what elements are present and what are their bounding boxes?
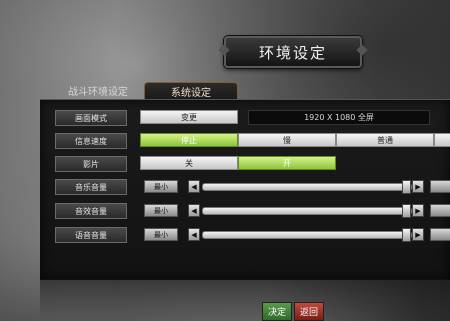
speed-option-stop[interactable]: 停止 [140,133,238,147]
music-right-arrow-icon[interactable]: ▶ [412,180,424,193]
speed-option-slow[interactable]: 慢 [238,133,336,147]
speed-option-more[interactable] [434,133,450,147]
speed-option-normal[interactable]: 普通 [336,133,434,147]
voice-left-arrow-icon[interactable]: ◀ [188,228,200,241]
resolution-value: 1920 X 1080 全屏 [248,110,430,125]
label-voice-volume: 语音音量 [55,227,127,243]
tab-battle-settings[interactable]: 战斗环境设定 [50,82,146,99]
sfx-volume-thumb[interactable] [402,204,411,218]
music-volume-slider[interactable] [202,183,412,191]
movie-option-on[interactable]: 开 [238,156,336,170]
label-display-mode: 画面模式 [55,110,127,126]
label-sfx-volume: 音效音量 [55,203,127,219]
sfx-volume-slider[interactable] [202,207,412,215]
sfx-min-button[interactable]: 最小 [144,204,178,217]
label-movie: 影片 [55,156,127,172]
music-left-arrow-icon[interactable]: ◀ [188,180,200,193]
voice-right-arrow-icon[interactable]: ▶ [412,228,424,241]
back-button[interactable]: 返回 [294,302,324,321]
music-min-button[interactable]: 最小 [144,180,178,193]
change-display-button[interactable]: 变更 [140,110,238,124]
movie-option-off[interactable]: 关 [140,156,238,170]
label-message-speed: 信息速度 [55,133,127,149]
voice-volume-thumb[interactable] [402,228,411,242]
voice-min-button[interactable]: 最小 [144,228,178,241]
window-title: 环境设定 [224,36,362,68]
label-music-volume: 音乐音量 [55,179,127,195]
voice-max-button[interactable] [430,228,450,241]
sfx-right-arrow-icon[interactable]: ▶ [412,204,424,217]
tab-system-settings[interactable]: 系统设定 [144,82,238,100]
confirm-button[interactable]: 决定 [262,302,292,321]
music-max-button[interactable] [430,180,450,193]
music-volume-thumb[interactable] [402,180,411,194]
voice-volume-slider[interactable] [202,231,412,239]
sfx-left-arrow-icon[interactable]: ◀ [188,204,200,217]
panel-footer [40,279,450,321]
sfx-max-button[interactable] [430,204,450,217]
